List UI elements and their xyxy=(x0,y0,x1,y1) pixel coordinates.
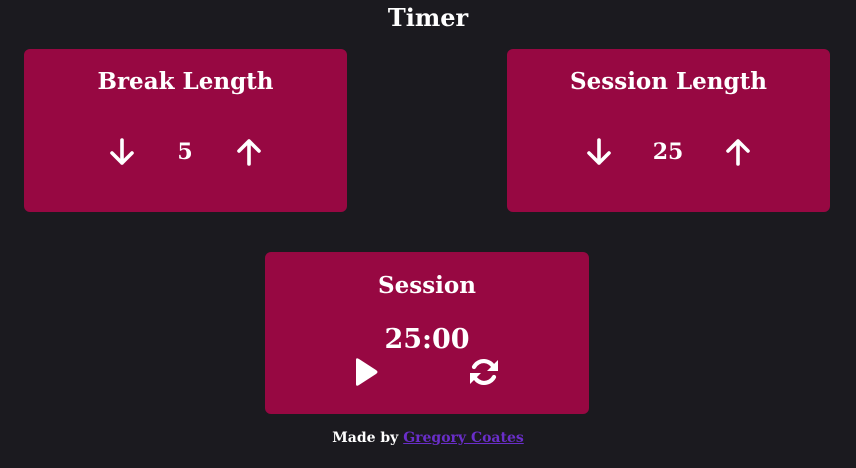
break-length-card: Break Length 5 xyxy=(24,49,347,212)
footer-prefix: Made by xyxy=(332,430,399,446)
break-controls: 5 xyxy=(24,137,347,167)
timer-label: Session xyxy=(378,272,476,299)
session-length-value: 25 xyxy=(652,139,684,165)
page-title: Timer xyxy=(387,3,469,32)
footer: Made by Gregory Coates xyxy=(0,430,856,446)
timer-card: Session 25:00 xyxy=(265,252,589,414)
time-left: 25:00 xyxy=(384,324,470,355)
session-increment-button[interactable] xyxy=(723,137,753,167)
break-label: Break Length xyxy=(97,68,274,95)
break-decrement-button[interactable] xyxy=(107,137,137,167)
refresh-icon xyxy=(470,358,498,386)
arrow-down-icon xyxy=(110,138,134,165)
session-label: Session Length xyxy=(570,68,767,95)
arrow-up-icon xyxy=(726,139,750,166)
play-icon xyxy=(356,358,378,386)
reset-button[interactable] xyxy=(467,356,501,388)
start-stop-button[interactable] xyxy=(351,356,381,388)
session-controls: 25 xyxy=(507,137,830,167)
break-increment-button[interactable] xyxy=(234,137,264,167)
session-length-card: Session Length 25 xyxy=(507,49,830,212)
session-decrement-button[interactable] xyxy=(584,137,614,167)
arrow-up-icon xyxy=(237,139,261,166)
break-length-value: 5 xyxy=(177,139,193,165)
author-link[interactable]: Gregory Coates xyxy=(403,430,524,446)
arrow-down-icon xyxy=(587,138,611,165)
